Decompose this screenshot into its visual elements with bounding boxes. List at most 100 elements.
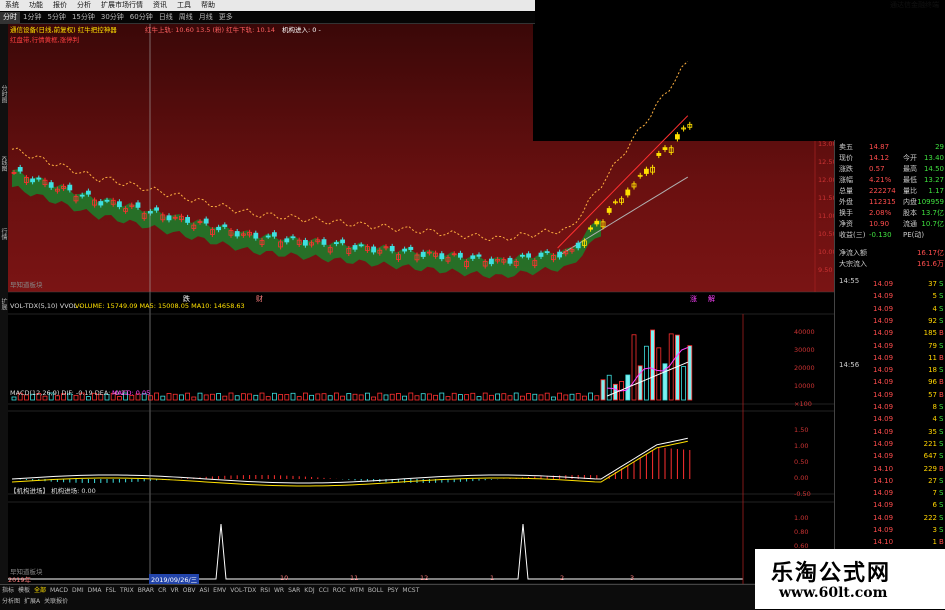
indicator-tab[interactable]: BOLL — [368, 587, 383, 594]
indicator-tab[interactable]: MACD — [50, 587, 68, 594]
period-tab-0[interactable]: 分时 — [0, 12, 20, 23]
period-tab-6[interactable]: 日线 — [156, 12, 176, 23]
macd-tick: 0.50 — [794, 458, 808, 466]
quote-row: 净资 10.90 流通 10.7亿 — [839, 219, 944, 229]
candle — [526, 253, 531, 258]
menu-item-4[interactable]: 扩展市场行情 — [96, 0, 148, 11]
indicator-tab[interactable]: CR — [158, 587, 166, 594]
candle — [253, 232, 259, 239]
tick-volume: 1 — [932, 538, 937, 547]
indicator-tab[interactable]: ASI — [199, 587, 209, 594]
indicator-tab[interactable]: TRIX — [120, 587, 134, 594]
menu-item-5[interactable]: 资讯 — [148, 0, 172, 11]
indicator-tab[interactable]: VR — [170, 587, 178, 594]
candle — [86, 190, 91, 195]
tick-volume: 185 — [923, 329, 937, 338]
tick-volume: 27 — [928, 476, 937, 485]
candle — [271, 232, 277, 237]
period-tab-4[interactable]: 30分钟 — [98, 12, 127, 23]
candle — [36, 177, 42, 180]
side-tab-1[interactable]: K线图 — [0, 134, 8, 194]
period-tab-9[interactable]: 更多 — [216, 12, 236, 23]
candle — [656, 153, 662, 156]
indicator-tab[interactable]: VOL-TDX — [230, 587, 256, 594]
candle — [265, 235, 271, 238]
tick-volume: 57 — [928, 390, 937, 399]
indicator-tab[interactable]: KDJ — [304, 587, 314, 594]
candle — [606, 208, 612, 213]
indicator-tab[interactable]: 模板 — [18, 587, 30, 594]
indicator-tab[interactable]: 指标 — [2, 587, 14, 594]
menu-item-6[interactable]: 工具 — [172, 0, 196, 11]
menu-item-2[interactable]: 报价 — [48, 0, 72, 11]
menu-item-0[interactable]: 系统 — [0, 0, 24, 11]
tick-direction: S — [939, 501, 944, 510]
tick-volume: 37 — [928, 280, 937, 288]
tick-volume: 96 — [928, 378, 937, 387]
tick-price: 14.09 — [873, 353, 894, 362]
tick-volume: 18 — [928, 366, 937, 375]
indicator-tab[interactable]: DMI — [72, 587, 84, 594]
tick-volume: 7 — [932, 489, 937, 498]
indicator-tab[interactable]: 全部 — [34, 587, 46, 594]
period-tab-5[interactable]: 60分钟 — [127, 12, 156, 23]
indicator-tab[interactable]: SAR — [288, 587, 300, 594]
indicator-tab[interactable]: RSI — [260, 587, 270, 594]
quote-label-2: 最高 — [903, 165, 917, 173]
period-tab-2[interactable]: 5分钟 — [44, 12, 68, 23]
tick-direction: B — [939, 390, 944, 399]
menu-item-1[interactable]: 功能 — [24, 0, 48, 11]
quote-row: 总量 222274 量比 1.17 — [839, 186, 944, 196]
tick-row: 14.09 222 S — [837, 512, 944, 524]
period-tab-8[interactable]: 月线 — [196, 12, 216, 23]
price-tick: 9.50 — [818, 266, 832, 274]
quote-label: 涨跌 — [839, 165, 853, 173]
quote-value-2: 10.7亿 — [921, 220, 944, 228]
indicator-tab[interactable]: ROC — [333, 587, 346, 594]
indicator-tab[interactable]: MTM — [350, 587, 364, 594]
vol-tick: 10000 — [794, 382, 815, 390]
period-tab-3[interactable]: 15分钟 — [69, 12, 98, 23]
menu-item-3[interactable]: 分析 — [72, 0, 96, 11]
period-tab-7[interactable]: 周线 — [176, 12, 196, 23]
indicator-tab[interactable]: MCST — [402, 587, 419, 594]
quote-value: 112315 — [869, 198, 896, 206]
side-tab-2[interactable]: 行情 — [0, 204, 8, 264]
indicator-tab[interactable]: EMV — [213, 587, 226, 594]
tick-price: 14.09 — [873, 489, 894, 498]
tick-row: 14.09 4 S — [837, 413, 944, 425]
tick-price: 14.09 — [873, 280, 894, 288]
tick-row: 14.09 5 S — [837, 290, 944, 302]
tick-volume: 4 — [932, 415, 937, 424]
indicator-tab[interactable]: BRAR — [138, 587, 154, 594]
tick-price: 14.09 — [873, 513, 894, 522]
view-tab[interactable]: 分析图 — [2, 598, 20, 605]
period-tab-1[interactable]: 1分钟 — [20, 12, 44, 23]
quote-value: 4.21% — [869, 176, 892, 184]
indicator-tab[interactable]: FSL — [106, 587, 117, 594]
side-tab-3[interactable]: 扩展 — [0, 274, 8, 334]
view-tab[interactable]: 关联报价 — [44, 598, 68, 605]
indicator-tab[interactable]: DMA — [88, 587, 102, 594]
candle — [408, 246, 414, 250]
volume-bar — [687, 345, 693, 401]
side-tab-0[interactable]: 分时图 — [0, 64, 8, 124]
view-tab[interactable]: 扩展A — [24, 598, 40, 605]
indicator-tab[interactable]: PSY — [387, 587, 398, 594]
indicator-tab[interactable]: OBV — [183, 587, 196, 594]
quote-row: 外盘 112315 内盘 109959 — [839, 197, 944, 207]
tick-row: 14.09 647 S — [837, 450, 944, 462]
indicator-tab[interactable]: CCI — [319, 587, 329, 594]
tick-direction: S — [939, 526, 944, 534]
tick-direction: S — [939, 280, 944, 288]
price-tick: 13.00 — [818, 140, 834, 148]
candle — [216, 226, 222, 231]
tick-volume: 79 — [928, 341, 937, 350]
indicator-tab[interactable]: WR — [274, 587, 284, 594]
menu-item-7[interactable]: 帮助 — [196, 0, 220, 11]
quote-label-2: 股本 — [903, 209, 917, 217]
vol-tick: 30000 — [794, 346, 815, 354]
candle — [625, 189, 631, 196]
window-title: 通达信金融终端 — [890, 1, 939, 9]
candle — [222, 224, 228, 227]
